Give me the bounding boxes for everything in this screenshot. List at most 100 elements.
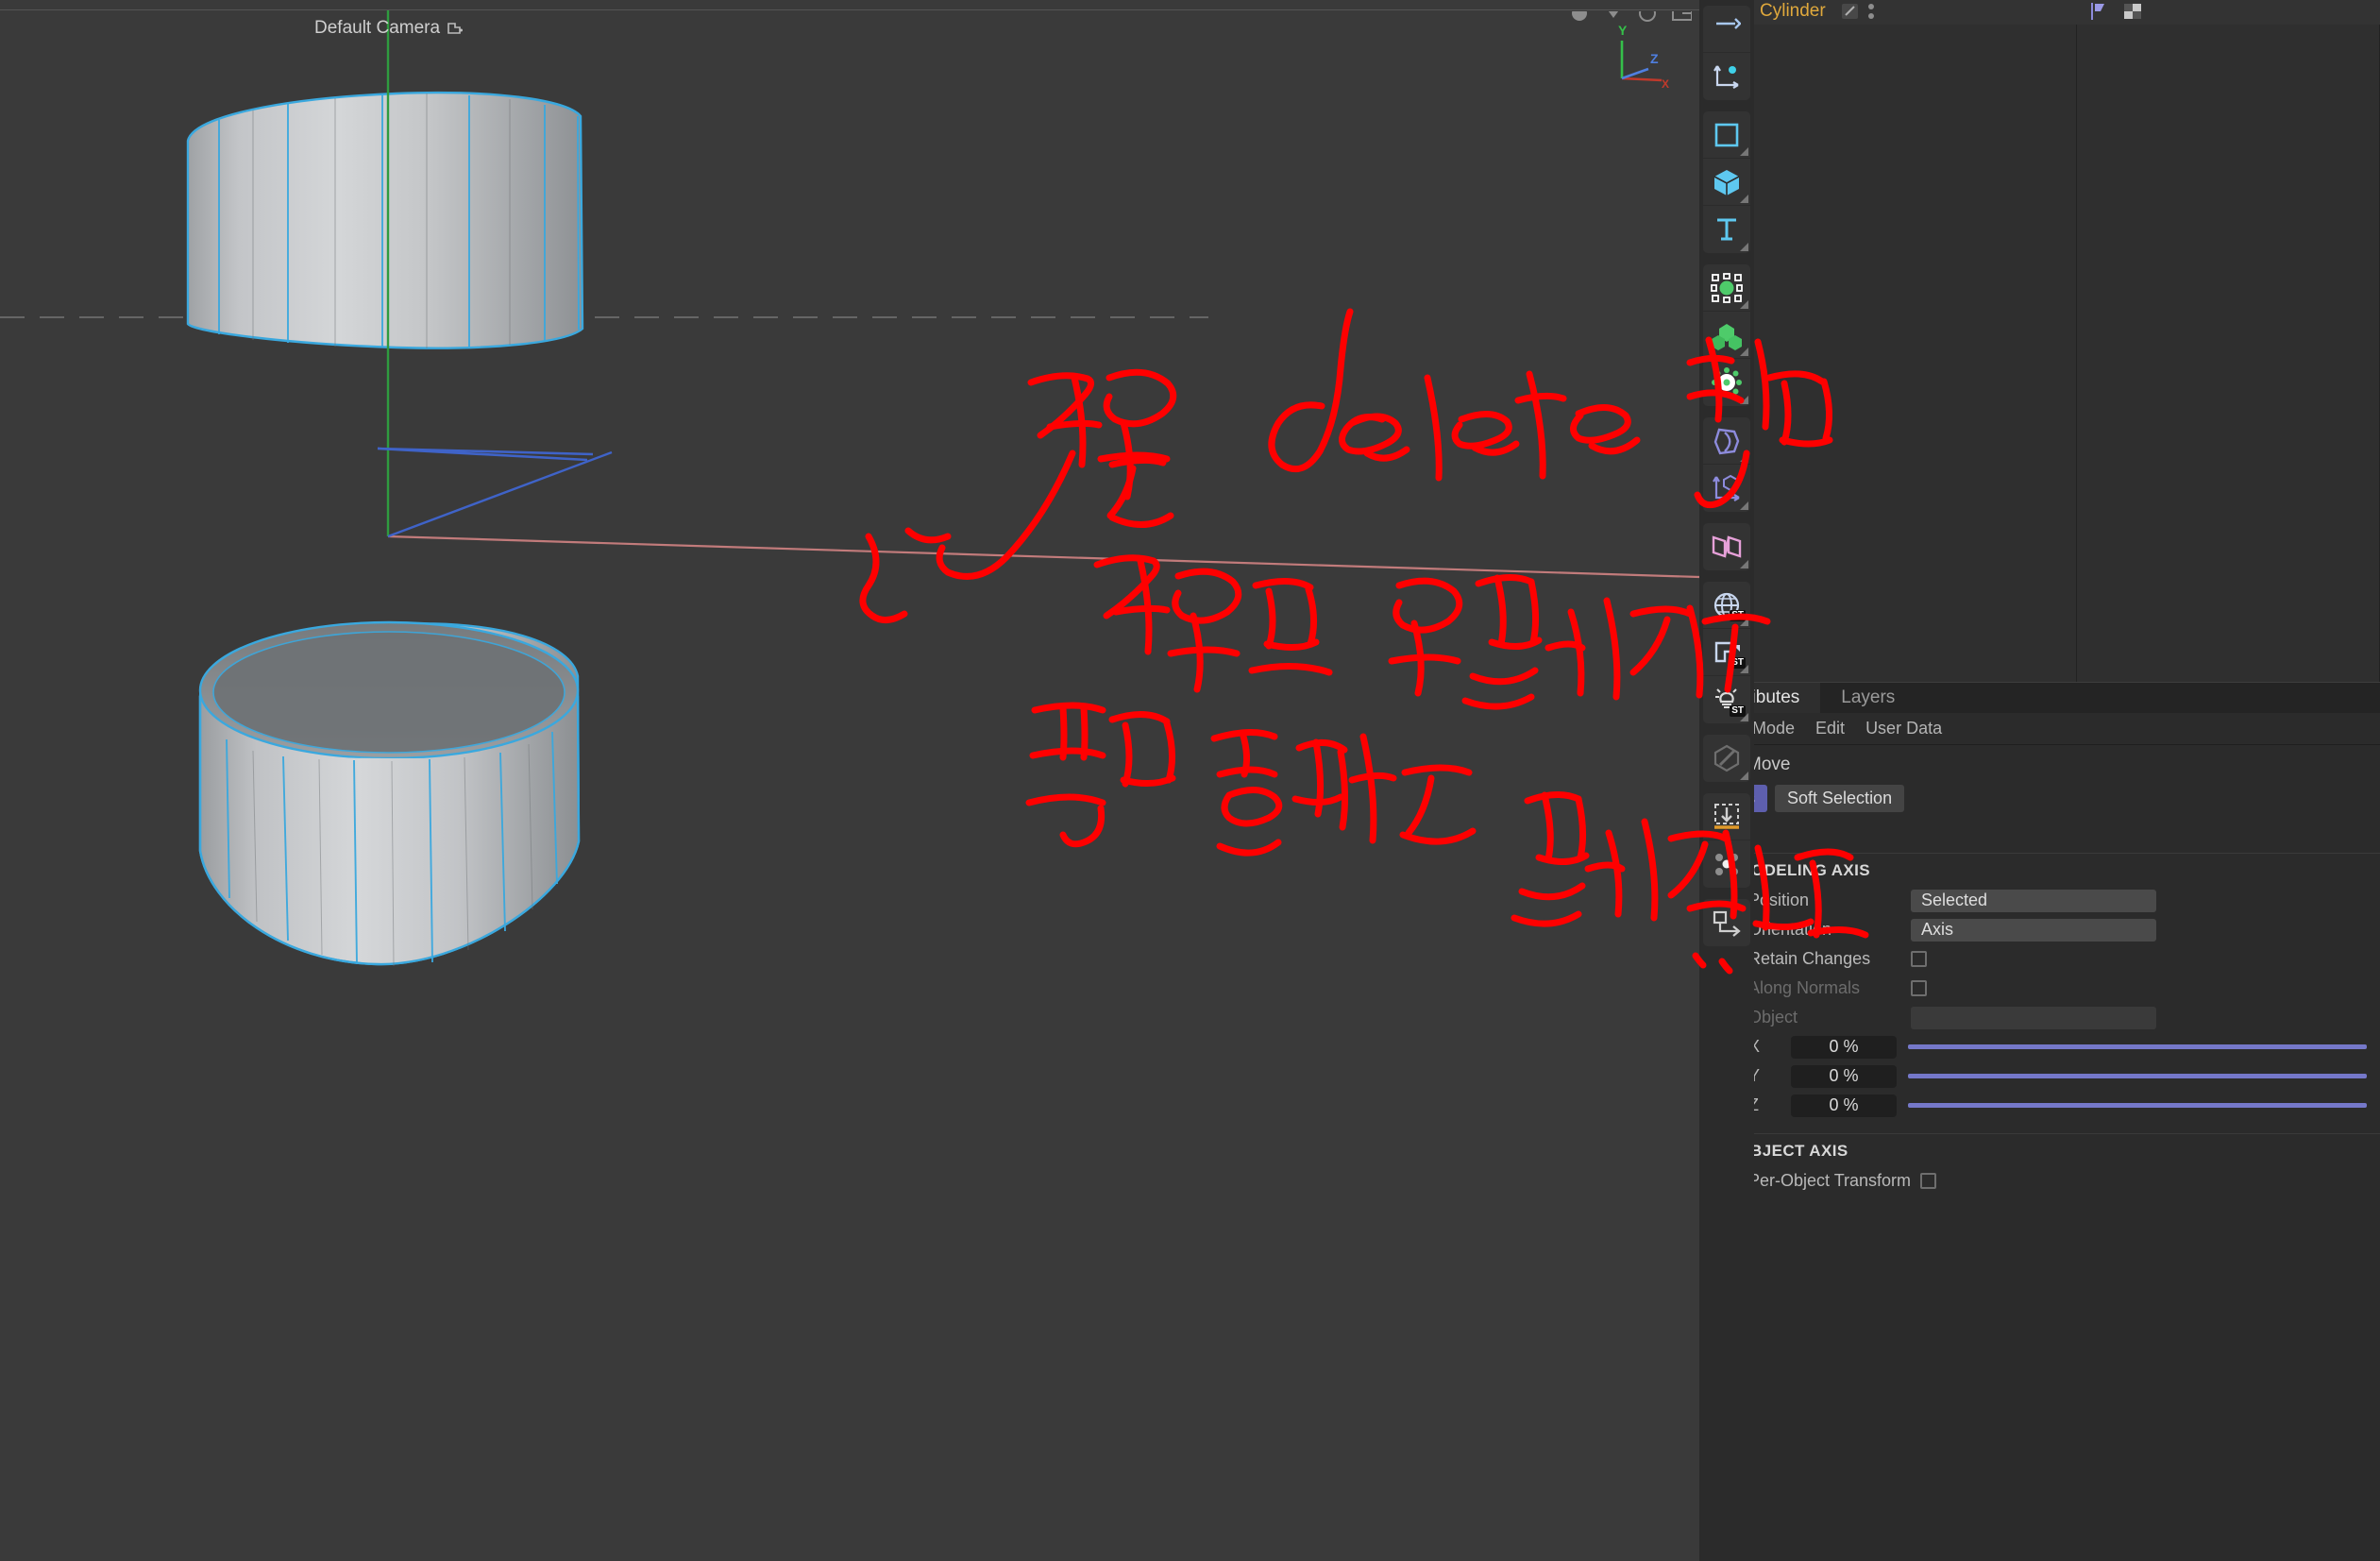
viewport-circle-icon[interactable] — [1569, 11, 1590, 22]
slider-axis-x[interactable] — [1908, 1044, 2367, 1049]
axis-point-icon[interactable] — [1703, 53, 1750, 100]
section-header-modeling-axis[interactable]: ▾ MODELING AXIS — [1703, 853, 2380, 886]
attributes-manager[interactable]: Attributes Layers Mode Edit User Data Mo… — [1703, 682, 2380, 1561]
visibility-dots-icon[interactable] — [1865, 1, 1877, 22]
section-title-object-axis: OBJECT AXIS — [1737, 1142, 1848, 1160]
right-panels: Create Edit View — [1699, 0, 2380, 1561]
field-force-icon[interactable] — [1703, 523, 1750, 570]
phong-tag-icon[interactable] — [1841, 2, 1860, 21]
checkbox-per-object-transform[interactable] — [1920, 1173, 1937, 1189]
row-axis-z[interactable]: Z 0 % — [1703, 1091, 2380, 1120]
attributes-menubar[interactable]: Mode Edit User Data — [1703, 713, 2380, 745]
effector-icon[interactable] — [1703, 359, 1750, 406]
object-manager[interactable]: Cylinder — [1703, 0, 2380, 694]
viewport-scene — [0, 10, 1699, 967]
label-retain-changes: Retain Changes — [1748, 949, 1871, 968]
axis-line-x — [387, 534, 1699, 579]
axis-line-z — [387, 450, 613, 538]
vt-group-scene[interactable]: ST ST ST — [1703, 582, 1750, 723]
arrow-right-icon[interactable] — [1703, 6, 1750, 53]
field-object — [1911, 1006, 2156, 1029]
tab-layers[interactable]: Layers — [1820, 683, 1916, 713]
attributes-tabbar[interactable]: Attributes Layers — [1703, 682, 2380, 713]
material-tag-icon[interactable] — [2121, 1, 2144, 22]
row-axis-x[interactable]: X 0 % — [1703, 1032, 2380, 1061]
vt-group-primitives[interactable] — [1703, 111, 1750, 253]
cloner-generator-icon[interactable] — [1703, 312, 1750, 359]
mode-soft-selection-button[interactable]: Soft Selection — [1775, 785, 1905, 812]
attributes-menu-mode[interactable]: Mode — [1752, 719, 1795, 738]
svg-text:Z: Z — [1650, 51, 1659, 66]
object-manager-divider — [2076, 25, 2077, 686]
spline-rectangle-icon[interactable] — [1703, 111, 1750, 159]
viewport-halfcircle-icon[interactable] — [1637, 11, 1658, 22]
tag-icon[interactable] — [2089, 1, 2108, 22]
attributes-mode-buttons[interactable]: Axis Soft Selection — [1703, 782, 2380, 818]
sky-st-badge: ST — [1730, 610, 1746, 621]
label-axis-x: X — [1748, 1037, 1761, 1056]
attributes-tool-header: Move — [1703, 745, 2380, 782]
vt-group-deformers[interactable] — [1703, 417, 1750, 512]
vt-group-nodes[interactable] — [1703, 899, 1750, 946]
floor-object-icon[interactable]: ST — [1703, 629, 1750, 676]
dropdown-position[interactable]: Selected — [1911, 889, 2156, 912]
camera-label-text: Default Camera — [314, 18, 441, 38]
vt-group-snap[interactable] — [1703, 793, 1750, 888]
viewport-display-controls[interactable] — [1569, 10, 1692, 22]
input-axis-x[interactable]: 0 % — [1791, 1035, 1897, 1059]
viewport-camera-label[interactable]: Default Camera — [314, 18, 464, 39]
row-orientation[interactable]: Orientation Axis — [1703, 915, 2380, 944]
checkbox-along-normals — [1911, 980, 1927, 996]
left-object-toolbar[interactable]: ST ST ST — [1699, 0, 1754, 1561]
viewport-layout-icon[interactable] — [1671, 11, 1692, 22]
cube-primitive-icon[interactable] — [1703, 159, 1750, 206]
vt-group-sculpt[interactable] — [1703, 735, 1750, 782]
object-manager-body[interactable] — [1703, 25, 2380, 686]
cylinder-top-mesh — [186, 91, 584, 349]
object-name-label[interactable]: Cylinder — [1760, 1, 1826, 22]
drop-to-floor-icon[interactable] — [1703, 793, 1750, 840]
row-per-object-transform[interactable]: Per-Object Transform — [1703, 1166, 2380, 1196]
attributes-menu-userdata[interactable]: User Data — [1865, 719, 1942, 738]
label-orientation: Orientation — [1748, 920, 1832, 939]
vt-group-generators[interactable] — [1703, 264, 1750, 406]
row-position[interactable]: Position Selected — [1703, 886, 2380, 915]
row-axis-y[interactable]: Y 0 % — [1703, 1061, 2380, 1091]
object-tags[interactable] — [2076, 1, 2144, 22]
slider-axis-y[interactable] — [1908, 1074, 2367, 1078]
label-position: Position — [1748, 891, 1810, 909]
viewport-shade-icon[interactable] — [1603, 11, 1624, 22]
label-object: Object — [1748, 1008, 1798, 1027]
input-axis-y[interactable]: 0 % — [1791, 1064, 1897, 1088]
node-connect-icon[interactable] — [1703, 899, 1750, 946]
light-st-badge: ST — [1730, 705, 1746, 717]
attributes-menu-edit[interactable]: Edit — [1815, 719, 1845, 738]
sky-environment-icon[interactable]: ST — [1703, 582, 1750, 629]
slider-axis-z[interactable] — [1908, 1103, 2367, 1108]
viewport-canvas[interactable]: Default Camera Y Z X — [0, 9, 1699, 1561]
sculpt-edit-icon[interactable] — [1703, 735, 1750, 782]
input-axis-z[interactable]: 0 % — [1791, 1094, 1897, 1117]
array-generator-icon[interactable] — [1703, 264, 1750, 312]
row-retain-changes[interactable]: Retain Changes — [1703, 944, 2380, 974]
light-object-icon[interactable]: ST — [1703, 676, 1750, 723]
svg-text:Y: Y — [1618, 23, 1628, 38]
object-tree-item[interactable]: Cylinder — [1703, 1, 2076, 22]
dropdown-orientation[interactable]: Axis — [1911, 918, 2156, 942]
viewport-3d[interactable]: Default Camera Y Z X — [0, 0, 1699, 1561]
label-along-normals: Along Normals — [1748, 978, 1861, 997]
text-spline-icon[interactable] — [1703, 206, 1750, 253]
svg-text:X: X — [1662, 77, 1669, 88]
point-array-icon[interactable] — [1703, 840, 1750, 888]
floor-st-badge: ST — [1730, 657, 1746, 669]
bend-deformer-icon[interactable] — [1703, 417, 1750, 465]
axis-cube-icon[interactable] — [1703, 465, 1750, 512]
object-manager-row[interactable]: Cylinder — [1703, 0, 2380, 25]
section-header-object-axis[interactable]: ▾ OBJECT AXIS — [1703, 1133, 2380, 1166]
label-per-object-transform: Per-Object Transform — [1748, 1171, 1912, 1190]
vt-group-0[interactable] — [1703, 6, 1750, 100]
attributes-subtitle: Axis — [1703, 818, 2380, 853]
vt-group-fields[interactable] — [1703, 523, 1750, 570]
viewport-axis-gizmo: Y Z X — [1618, 23, 1669, 88]
checkbox-retain-changes[interactable] — [1911, 951, 1927, 967]
